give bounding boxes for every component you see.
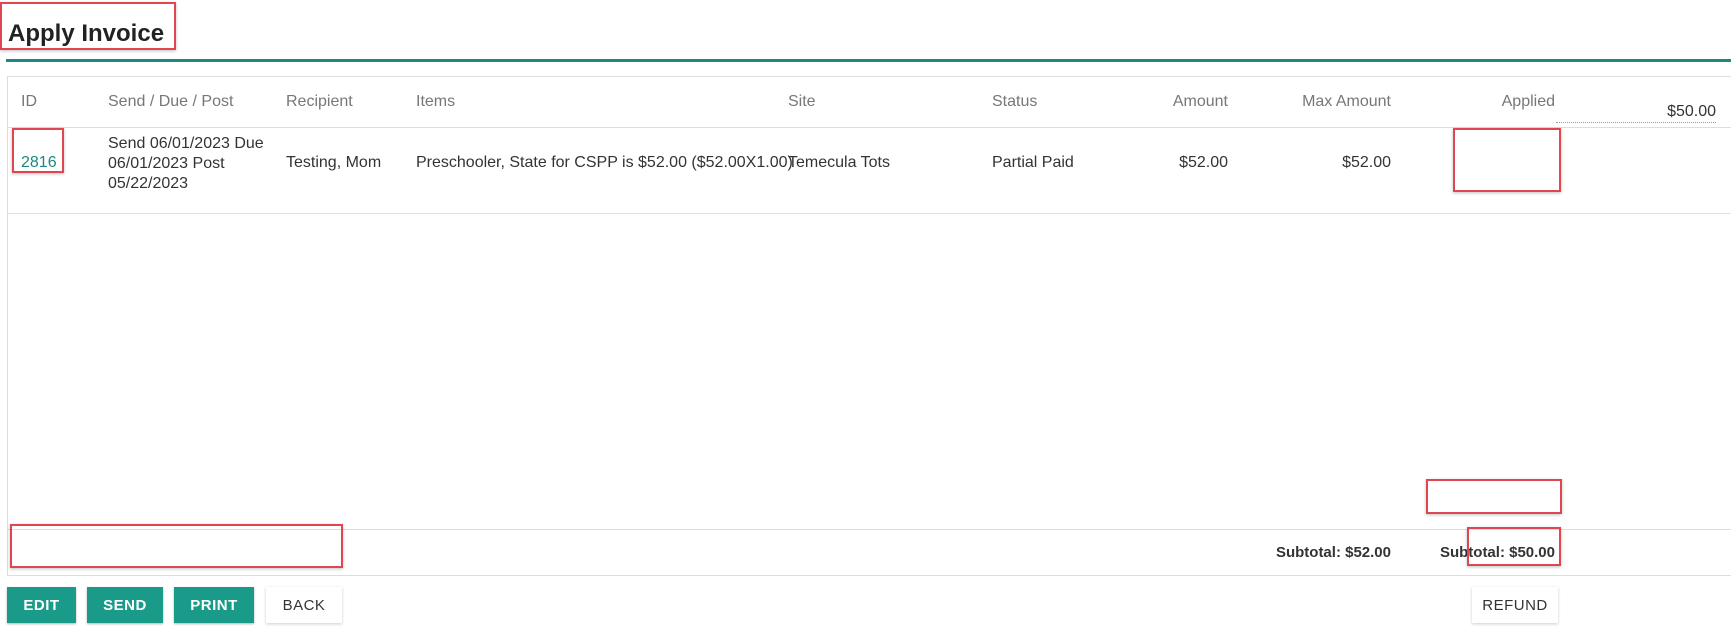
- header-dates[interactable]: Send / Due / Post: [108, 93, 233, 111]
- header-site[interactable]: Site: [788, 93, 816, 111]
- invoice-dates: Send 06/01/2023 Due 06/01/2023 Post 05/2…: [108, 135, 264, 192]
- header-items[interactable]: Items: [416, 93, 455, 111]
- header-max-amount[interactable]: Max Amount: [1258, 93, 1391, 111]
- invoice-items: Preschooler, State for CSPP is $52.00 ($…: [416, 154, 793, 171]
- header-recipient[interactable]: Recipient: [286, 93, 353, 111]
- table-row: 2816 Send 06/01/2023 Due 06/01/2023 Post…: [8, 128, 1731, 214]
- invoice-table: ID Send / Due / Post Recipient Items Sit…: [7, 76, 1731, 576]
- table-footer: Subtotal: $52.00 Subtotal: $50.00: [8, 529, 1731, 575]
- invoice-recipient: Testing, Mom: [286, 154, 382, 171]
- edit-button[interactable]: EDIT: [7, 587, 76, 623]
- page-title: Apply Invoice: [8, 20, 165, 47]
- back-button[interactable]: BACK: [266, 587, 342, 623]
- invoice-max-amount: $52.00: [1342, 154, 1391, 171]
- title-divider: [6, 59, 1731, 62]
- applied-amount-input[interactable]: [1556, 101, 1716, 123]
- header-id[interactable]: ID: [21, 93, 37, 111]
- print-button[interactable]: PRINT: [174, 587, 254, 623]
- header-amount[interactable]: Amount: [1128, 93, 1228, 111]
- send-button[interactable]: SEND: [87, 587, 163, 623]
- invoice-site: Temecula Tots: [788, 154, 890, 171]
- refund-button[interactable]: REFUND: [1472, 587, 1558, 623]
- invoice-id-link[interactable]: 2816: [21, 154, 57, 172]
- invoice-status: Partial Paid: [992, 154, 1074, 171]
- subtotal-max-amount: Subtotal: $52.00: [1275, 544, 1391, 561]
- invoice-amount: $52.00: [1179, 154, 1228, 171]
- header-applied[interactable]: Applied: [1458, 93, 1555, 111]
- header-status[interactable]: Status: [992, 93, 1037, 111]
- subtotal-applied: Subtotal: $50.00: [1439, 544, 1555, 561]
- table-header: ID Send / Due / Post Recipient Items Sit…: [8, 77, 1731, 128]
